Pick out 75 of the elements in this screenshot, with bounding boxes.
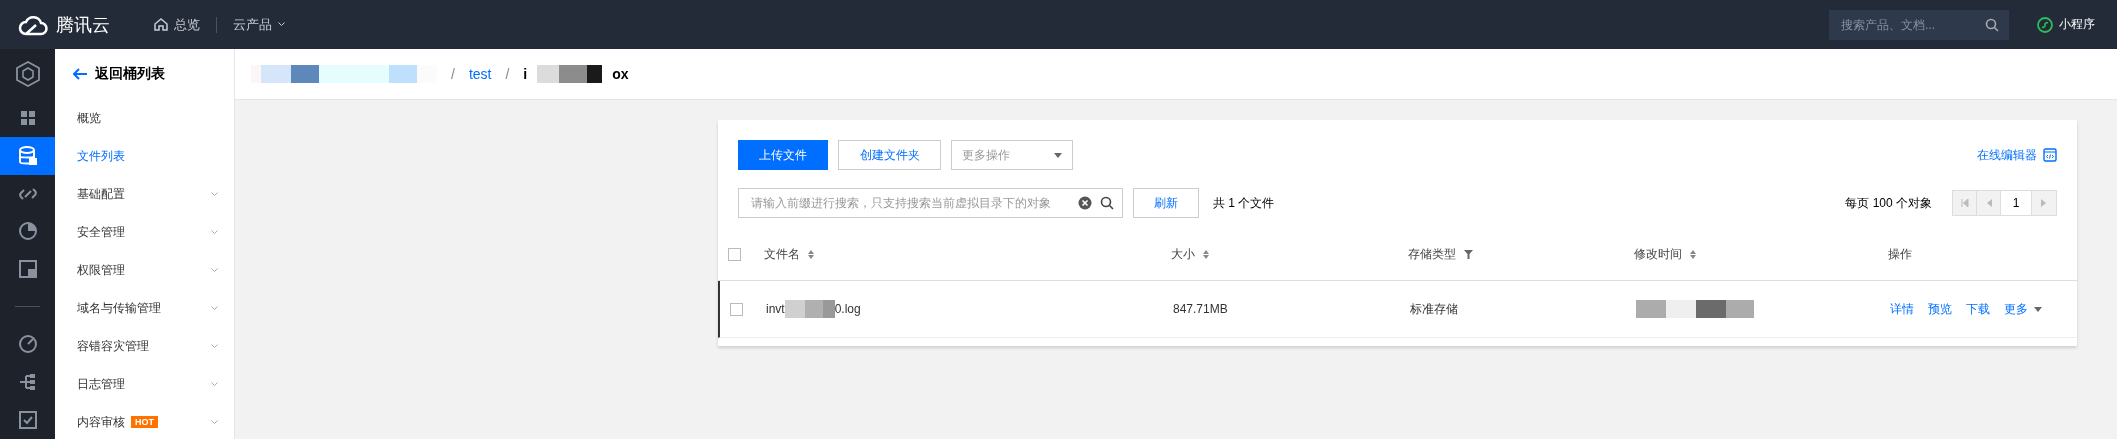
sidebar-item[interactable]: 内容审核 HOT (55, 403, 234, 439)
action-link[interactable]: 预览 (1928, 300, 1952, 318)
sort-icon[interactable] (808, 249, 814, 259)
file-size: 847.71MB (1173, 302, 1229, 316)
chevron-down-icon (278, 22, 285, 27)
breadcrumb-separator: / (450, 66, 456, 82)
cube-logo-icon[interactable] (14, 60, 41, 87)
mini-program-label[interactable]: 小程序 (2059, 16, 2095, 33)
refresh-button[interactable]: 刷新 (1133, 188, 1199, 218)
sidebar-item[interactable]: 权限管理 (55, 251, 234, 289)
breadcrumb-current: ox (612, 66, 629, 82)
triangle-right-icon (2041, 199, 2047, 207)
column-header: 操作 (1888, 245, 1912, 263)
search-field[interactable]: 搜索产品、文档... (1829, 9, 2009, 40)
sidebar-item[interactable]: 容错容灾管理 (55, 327, 234, 365)
sidebar-item-label: 日志管理 (77, 375, 125, 393)
sidebar-item[interactable]: 基础配置 (55, 175, 234, 213)
search-icon[interactable] (1985, 17, 1999, 32)
sidebar-item-label: 安全管理 (77, 223, 125, 241)
redaction-block (537, 65, 603, 83)
sidebar-item-label: 权限管理 (77, 261, 125, 279)
sidebar-item[interactable]: 安全管理 (55, 213, 234, 251)
column-header: 文件名 (764, 245, 800, 263)
sidebar-item[interactable]: 域名与传输管理 (55, 289, 234, 327)
hot-badge: HOT (131, 416, 158, 428)
rail-item[interactable] (0, 136, 55, 175)
sort-icon[interactable] (1690, 249, 1696, 259)
search-input[interactable]: 搜索产品、文档... (1839, 16, 1983, 33)
column-header: 大小 (1171, 245, 1195, 263)
back-link[interactable]: 返回桶列表 (95, 65, 165, 83)
online-editor-link[interactable]: 在线编辑器 (1977, 146, 2057, 164)
file-name: invt (766, 302, 785, 316)
filter-icon[interactable] (1464, 249, 1473, 259)
search-field[interactable]: 请输入前缀进行搜索，只支持搜索当前虚拟目录下的对象 (738, 188, 1123, 218)
nav-link[interactable]: 总览 (138, 15, 216, 34)
action-link[interactable]: 详情 (1890, 300, 1914, 318)
nav-link[interactable]: 云产品 (217, 15, 301, 34)
brand-name: 腾讯云 (56, 13, 110, 37)
action-link[interactable]: 更多 (2004, 300, 2042, 318)
sidebar-item-label: 基础配置 (77, 185, 125, 203)
sort-icon[interactable] (1203, 249, 1209, 259)
pagination[interactable]: 1 (1952, 190, 2057, 216)
select-all-checkbox[interactable] (728, 247, 741, 261)
page-size-label: 每页 100 个对象 (1845, 194, 1932, 212)
file-name: 0.log (834, 302, 861, 316)
code-icon (2043, 148, 2057, 162)
sidebar-item[interactable]: 文件列表 (55, 137, 234, 175)
action-link[interactable]: 下载 (1966, 300, 1990, 318)
search-icon[interactable] (1100, 196, 1114, 210)
breadcrumb-link[interactable]: test (468, 66, 492, 82)
arrow-left-icon[interactable] (73, 68, 87, 80)
sidebar-item-label: 文件列表 (77, 147, 125, 165)
triangle-left-icon (1985, 199, 1992, 207)
sidebar-item-label: 容错容灾管理 (77, 337, 149, 355)
mini-program-icon[interactable] (2037, 16, 2053, 33)
sidebar-item-label: 域名与传输管理 (77, 299, 161, 317)
first-page-icon (1960, 199, 1969, 207)
home-icon (154, 18, 168, 31)
breadcrumb-current: i (523, 66, 528, 82)
table-row[interactable]: invt 0.log 847.71MB 标准存储 详情 预览 下载 更多 (718, 281, 2077, 338)
clear-icon[interactable] (1078, 196, 1092, 210)
breadcrumb-separator: / (504, 66, 511, 82)
column-header: 存储类型 (1408, 245, 1456, 263)
upload-button[interactable]: 上传文件 (738, 140, 828, 170)
column-header: 修改时间 (1634, 245, 1682, 263)
file-count: 共 1 个文件 (1213, 194, 1275, 212)
create-folder-button[interactable]: 创建文件夹 (838, 140, 941, 170)
row-checkbox[interactable] (730, 302, 743, 316)
sidebar-item[interactable]: 概览 (55, 99, 234, 137)
storage-class: 标准存储 (1410, 300, 1459, 318)
cloud-logo-icon[interactable] (18, 13, 48, 36)
sidebar-item[interactable]: 日志管理 (55, 365, 234, 403)
sidebar-item-label: 内容审核 (77, 413, 125, 431)
sidebar-item-label: 概览 (77, 109, 101, 127)
redaction-block (784, 300, 835, 318)
